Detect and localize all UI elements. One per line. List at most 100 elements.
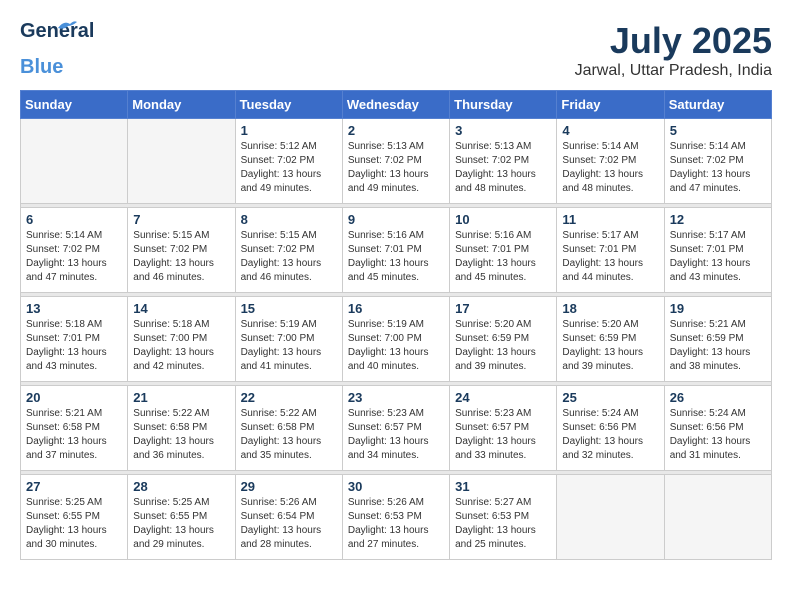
calendar-cell: 17 Sunrise: 5:20 AM Sunset: 6:59 PM Dayli… [450, 297, 557, 382]
week-row-2: 6 Sunrise: 5:14 AM Sunset: 7:02 PM Daylig… [21, 208, 772, 293]
day-number: 19 [670, 301, 766, 316]
title-block: July 2025 Jarwal, Uttar Pradesh, India [575, 20, 772, 80]
calendar-cell: 1 Sunrise: 5:12 AM Sunset: 7:02 PM Daylig… [235, 119, 342, 204]
day-info: Sunrise: 5:14 AM Sunset: 7:02 PM Dayligh… [562, 140, 658, 196]
calendar-cell [21, 119, 128, 204]
calendar-cell: 26 Sunrise: 5:24 AM Sunset: 6:56 PM Dayli… [664, 386, 771, 471]
col-header-sunday: Sunday [21, 91, 128, 119]
day-info: Sunrise: 5:17 AM Sunset: 7:01 PM Dayligh… [670, 229, 766, 285]
day-info: Sunrise: 5:15 AM Sunset: 7:02 PM Dayligh… [133, 229, 229, 285]
calendar-cell: 31 Sunrise: 5:27 AM Sunset: 6:53 PM Dayli… [450, 475, 557, 560]
day-info: Sunrise: 5:14 AM Sunset: 7:02 PM Dayligh… [26, 229, 122, 285]
calendar-cell: 12 Sunrise: 5:17 AM Sunset: 7:01 PM Dayli… [664, 208, 771, 293]
day-info: Sunrise: 5:26 AM Sunset: 6:53 PM Dayligh… [348, 496, 444, 552]
calendar-cell: 7 Sunrise: 5:15 AM Sunset: 7:02 PM Daylig… [128, 208, 235, 293]
day-number: 17 [455, 301, 551, 316]
calendar-cell: 4 Sunrise: 5:14 AM Sunset: 7:02 PM Daylig… [557, 119, 664, 204]
calendar-cell: 21 Sunrise: 5:22 AM Sunset: 6:58 PM Dayli… [128, 386, 235, 471]
day-info: Sunrise: 5:12 AM Sunset: 7:02 PM Dayligh… [241, 140, 337, 196]
calendar-cell: 28Sunrise: 5:25 AM Sunset: 6:55 PM Dayli… [128, 475, 235, 560]
calendar-cell: 9Sunrise: 5:16 AM Sunset: 7:01 PM Daylig… [342, 208, 449, 293]
day-number: 23 [348, 390, 444, 405]
day-number: 29 [241, 479, 337, 494]
day-number: 13 [26, 301, 122, 316]
day-info: Sunrise: 5:24 AM Sunset: 6:56 PM Dayligh… [562, 407, 658, 463]
day-number: 5 [670, 123, 766, 138]
day-info: Sunrise: 5:26 AM Sunset: 6:54 PM Dayligh… [241, 496, 337, 552]
day-info: Sunrise: 5:20 AM Sunset: 6:59 PM Dayligh… [455, 318, 551, 374]
day-number: 31 [455, 479, 551, 494]
location-title: Jarwal, Uttar Pradesh, India [575, 62, 772, 80]
calendar-cell [557, 475, 664, 560]
day-info: Sunrise: 5:25 AM Sunset: 6:55 PM Dayligh… [26, 496, 122, 552]
day-info: Sunrise: 5:19 AM Sunset: 7:00 PM Dayligh… [348, 318, 444, 374]
logo: General Blue [20, 20, 70, 79]
day-number: 28 [133, 479, 229, 494]
col-header-tuesday: Tuesday [235, 91, 342, 119]
page-header: General Blue July 2025 Jarwal, Uttar Pra… [20, 20, 772, 80]
calendar-cell: 30 Sunrise: 5:26 AM Sunset: 6:53 PM Dayli… [342, 475, 449, 560]
day-number: 1 [241, 123, 337, 138]
calendar-cell: 23 Sunrise: 5:23 AM Sunset: 6:57 PM Dayli… [342, 386, 449, 471]
week-row-3: 13Sunrise: 5:18 AM Sunset: 7:01 PM Dayli… [21, 297, 772, 382]
col-header-thursday: Thursday [450, 91, 557, 119]
day-number: 3 [455, 123, 551, 138]
day-number: 30 [348, 479, 444, 494]
week-row-5: 27 Sunrise: 5:25 AM Sunset: 6:55 PM Dayli… [21, 475, 772, 560]
day-info: Sunrise: 5:17 AM Sunset: 7:01 PM Dayligh… [562, 229, 658, 285]
day-number: 25 [562, 390, 658, 405]
day-number: 26 [670, 390, 766, 405]
week-row-1: 1 Sunrise: 5:12 AM Sunset: 7:02 PM Daylig… [21, 119, 772, 204]
day-info: Sunrise: 5:13 AM Sunset: 7:02 PM Dayligh… [348, 140, 444, 196]
day-number: 15 [241, 301, 337, 316]
day-number: 22 [241, 390, 337, 405]
calendar-cell: 16 Sunrise: 5:19 AM Sunset: 7:00 PM Dayli… [342, 297, 449, 382]
calendar-cell: 20Sunrise: 5:21 AM Sunset: 6:58 PM Dayli… [21, 386, 128, 471]
calendar-cell: 2 Sunrise: 5:13 AM Sunset: 7:02 PM Daylig… [342, 119, 449, 204]
calendar-cell: 25 Sunrise: 5:24 AM Sunset: 6:56 PM Dayli… [557, 386, 664, 471]
day-info: Sunrise: 5:24 AM Sunset: 6:56 PM Dayligh… [670, 407, 766, 463]
col-header-friday: Friday [557, 91, 664, 119]
day-info: Sunrise: 5:27 AM Sunset: 6:53 PM Dayligh… [455, 496, 551, 552]
day-number: 21 [133, 390, 229, 405]
day-info: Sunrise: 5:21 AM Sunset: 6:58 PM Dayligh… [26, 407, 122, 463]
logo-bird-icon [56, 18, 78, 36]
day-info: Sunrise: 5:23 AM Sunset: 6:57 PM Dayligh… [348, 407, 444, 463]
day-number: 7 [133, 212, 229, 227]
calendar-cell: 18 Sunrise: 5:20 AM Sunset: 6:59 PM Dayli… [557, 297, 664, 382]
day-number: 18 [562, 301, 658, 316]
day-info: Sunrise: 5:16 AM Sunset: 7:01 PM Dayligh… [455, 229, 551, 285]
day-number: 2 [348, 123, 444, 138]
calendar-cell: 11 Sunrise: 5:17 AM Sunset: 7:01 PM Dayli… [557, 208, 664, 293]
calendar-cell: 19 Sunrise: 5:21 AM Sunset: 6:59 PM Dayli… [664, 297, 771, 382]
day-number: 11 [562, 212, 658, 227]
col-header-monday: Monday [128, 91, 235, 119]
calendar-cell: 14 Sunrise: 5:18 AM Sunset: 7:00 PM Dayli… [128, 297, 235, 382]
day-info: Sunrise: 5:22 AM Sunset: 6:58 PM Dayligh… [241, 407, 337, 463]
col-header-wednesday: Wednesday [342, 91, 449, 119]
calendar-cell: 5 Sunrise: 5:14 AM Sunset: 7:02 PM Daylig… [664, 119, 771, 204]
day-number: 4 [562, 123, 658, 138]
calendar-cell: 27 Sunrise: 5:25 AM Sunset: 6:55 PM Dayli… [21, 475, 128, 560]
day-info: Sunrise: 5:21 AM Sunset: 6:59 PM Dayligh… [670, 318, 766, 374]
day-info: Sunrise: 5:18 AM Sunset: 7:00 PM Dayligh… [133, 318, 229, 374]
calendar-table: SundayMondayTuesdayWednesdayThursdayFrid… [20, 90, 772, 560]
calendar-cell: 22 Sunrise: 5:22 AM Sunset: 6:58 PM Dayli… [235, 386, 342, 471]
calendar-cell: 15Sunrise: 5:19 AM Sunset: 7:00 PM Dayli… [235, 297, 342, 382]
day-number: 12 [670, 212, 766, 227]
calendar-cell: 29 Sunrise: 5:26 AM Sunset: 6:54 PM Dayli… [235, 475, 342, 560]
day-number: 14 [133, 301, 229, 316]
calendar-cell: 10Sunrise: 5:16 AM Sunset: 7:01 PM Dayli… [450, 208, 557, 293]
calendar-cell: 8Sunrise: 5:15 AM Sunset: 7:02 PM Daylig… [235, 208, 342, 293]
day-info: Sunrise: 5:22 AM Sunset: 6:58 PM Dayligh… [133, 407, 229, 463]
day-number: 6 [26, 212, 122, 227]
day-number: 9 [348, 212, 444, 227]
day-number: 27 [26, 479, 122, 494]
day-info: Sunrise: 5:20 AM Sunset: 6:59 PM Dayligh… [562, 318, 658, 374]
day-number: 16 [348, 301, 444, 316]
calendar-header-row: SundayMondayTuesdayWednesdayThursdayFrid… [21, 91, 772, 119]
week-row-4: 20Sunrise: 5:21 AM Sunset: 6:58 PM Dayli… [21, 386, 772, 471]
col-header-saturday: Saturday [664, 91, 771, 119]
calendar-cell [128, 119, 235, 204]
day-info: Sunrise: 5:14 AM Sunset: 7:02 PM Dayligh… [670, 140, 766, 196]
